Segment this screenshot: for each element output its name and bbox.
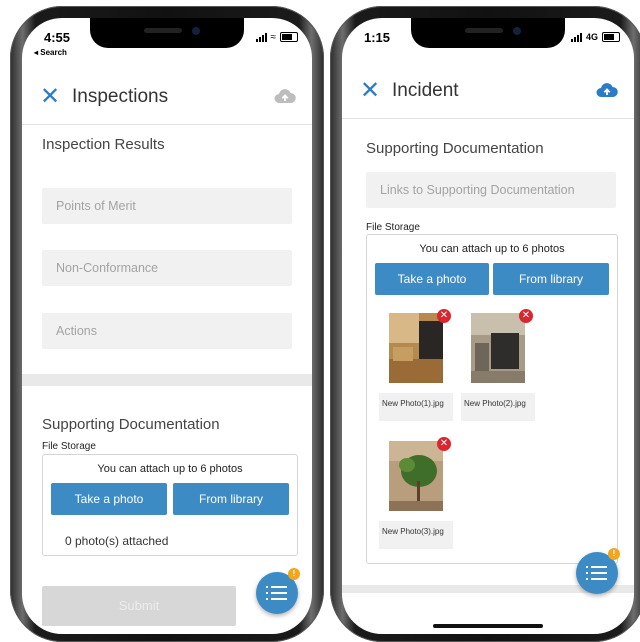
notification-badge: !: [608, 548, 620, 560]
take-photo-button[interactable]: Take a photo: [375, 263, 489, 295]
page-title: Inspections: [72, 86, 169, 107]
screen-inspections: 4:55 ◂ Search ≈ ✕ Inspections Inspection…: [22, 18, 312, 634]
submit-button[interactable]: Submit: [42, 586, 236, 626]
back-to-search-link[interactable]: ◂ Search: [34, 48, 67, 57]
file-storage-label: File Storage: [366, 222, 420, 233]
attach-limit-note: You can attach up to 6 photos: [97, 463, 243, 475]
photo-thumbnail[interactable]: [389, 441, 443, 511]
from-library-button[interactable]: From library: [493, 263, 609, 295]
list-menu-button[interactable]: !: [256, 568, 300, 614]
status-time: 1:15: [364, 30, 391, 45]
file-storage-box: You can attach up to 6 photos Take a pho…: [42, 454, 298, 556]
cloud-upload-icon[interactable]: [596, 82, 618, 98]
battery-icon: [280, 32, 298, 42]
file-storage-label: File Storage: [42, 441, 96, 452]
take-photo-button[interactable]: Take a photo: [51, 483, 167, 515]
close-icon[interactable]: ✕: [360, 79, 380, 103]
file-storage-box: You can attach up to 6 photos Take a pho…: [366, 234, 618, 564]
photo-filename: New Photo(1).jpg: [379, 393, 453, 421]
photo-count: 0 photo(s) attached: [65, 534, 169, 548]
photo-thumbnail[interactable]: [471, 313, 525, 383]
remove-photo-icon[interactable]: ✕: [519, 309, 533, 323]
points-of-merit-field[interactable]: Points of Merit: [42, 188, 292, 224]
remove-photo-icon[interactable]: ✕: [437, 437, 451, 451]
supporting-documentation-heading: Supporting Documentation: [42, 416, 220, 433]
actions-field[interactable]: Actions: [42, 313, 292, 349]
phone-frame-inspections: 4:55 ◂ Search ≈ ✕ Inspections Inspection…: [10, 6, 324, 642]
notification-badge: !: [288, 568, 300, 580]
app-header: ✕ Inspections: [22, 76, 312, 125]
battery-icon: [602, 32, 620, 42]
notch: [411, 18, 565, 48]
from-library-button[interactable]: From library: [173, 483, 289, 515]
photo-filename: New Photo(3).jpg: [379, 521, 453, 549]
remove-photo-icon[interactable]: ✕: [437, 309, 451, 323]
signal-icon: [570, 32, 582, 42]
section-divider: [22, 374, 312, 386]
cloud-upload-icon[interactable]: [274, 88, 296, 104]
app-header: ✕ Incident: [342, 70, 634, 119]
supporting-documentation-heading: Supporting Documentation: [366, 140, 544, 157]
home-indicator[interactable]: [433, 624, 543, 628]
list-menu-button[interactable]: !: [576, 548, 620, 594]
wifi-icon: ≈: [270, 31, 277, 43]
signal-icon: [255, 32, 267, 42]
attach-limit-note: You can attach up to 6 photos: [419, 243, 565, 255]
notch: [90, 18, 244, 48]
close-icon[interactable]: ✕: [40, 85, 60, 109]
phone-frame-incident: 1:15 4G ✕ Incident Supporting Documentat…: [330, 6, 640, 642]
photo-thumbnail[interactable]: [389, 313, 443, 383]
links-supporting-documentation-field[interactable]: Links to Supporting Documentation: [366, 172, 616, 208]
page-title: Incident: [392, 80, 459, 101]
photo-filename: New Photo(2).jpg: [461, 393, 535, 421]
network-type: 4G: [585, 32, 598, 42]
screen-incident: 1:15 4G ✕ Incident Supporting Documentat…: [342, 18, 634, 634]
status-time: 4:55: [44, 30, 71, 45]
non-conformance-field[interactable]: Non-Conformance: [42, 250, 292, 286]
inspection-results-heading: Inspection Results: [42, 136, 165, 153]
